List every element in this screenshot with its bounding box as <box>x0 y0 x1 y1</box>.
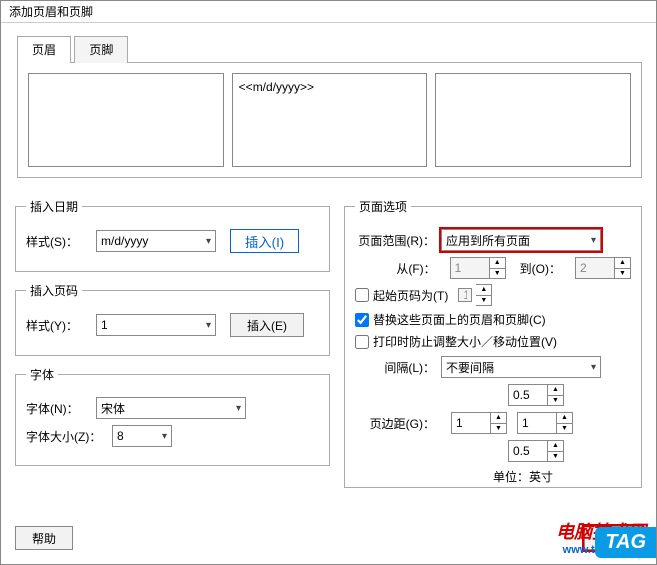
legend-page-options: 页面选项 <box>355 198 411 215</box>
checkbox-prevent-resize[interactable] <box>355 335 369 349</box>
page-style-value: 1 <box>101 318 108 332</box>
chevron-down-icon: ▾ <box>206 320 211 331</box>
spinner-start-page: ▲▼ <box>458 284 492 306</box>
tab-panel: <<m/d/yyyy>> <box>17 62 642 178</box>
dropdown-font-size[interactable]: 8 ▾ <box>112 425 172 447</box>
spin-up-icon[interactable]: ▲ <box>557 413 572 424</box>
label-font-name: 字体(N)： <box>26 400 96 417</box>
insert-page-button[interactable]: 插入(E) <box>230 313 304 337</box>
label-date-style: 样式(S)： <box>26 233 96 250</box>
group-insert-date: 插入日期 样式(S)： m/d/yyyy ▾ 插入(I) <box>15 198 330 272</box>
label-start-page: 起始页码为(T) <box>373 287 448 304</box>
to-input <box>575 257 615 279</box>
tag-badge: TAG <box>595 527 656 558</box>
preview-center[interactable]: <<m/d/yyyy>> <box>232 73 428 167</box>
legend-insert-page: 插入页码 <box>26 282 82 299</box>
legend-font: 字体 <box>26 366 58 383</box>
chevron-down-icon: ▾ <box>236 403 241 414</box>
date-style-value: m/d/yyyy <box>101 234 148 248</box>
tab-header[interactable]: 页眉 <box>17 36 71 63</box>
spinner-margin-bottom[interactable]: ▲▼ <box>508 440 564 462</box>
spin-down-icon[interactable]: ▼ <box>548 452 563 462</box>
spin-down-icon: ▼ <box>490 269 505 279</box>
spinner-margin-top[interactable]: ▲▼ <box>508 384 564 406</box>
spin-up-icon: ▲ <box>615 258 630 269</box>
margin-bottom-input[interactable] <box>508 440 548 462</box>
label-page-range: 页面范围(R)： <box>355 232 435 249</box>
font-size-value: 8 <box>117 429 124 443</box>
dropdown-date-style[interactable]: m/d/yyyy ▾ <box>96 230 216 252</box>
group-page-options: 页面选项 页面范围(R)： 应用到所有页面 ▾ 从(F)： ▲▼ <box>344 198 642 488</box>
tab-footer[interactable]: 页脚 <box>74 36 128 63</box>
preview-left[interactable] <box>28 73 224 167</box>
spinner-margin-left[interactable]: ▲▼ <box>451 412 507 434</box>
legend-insert-date: 插入日期 <box>26 198 82 215</box>
chevron-down-icon: ▾ <box>591 235 596 246</box>
checkbox-replace[interactable] <box>355 313 369 327</box>
label-gap: 间隔(L)： <box>355 359 435 376</box>
spin-up-icon: ▲ <box>490 258 505 269</box>
start-page-input <box>458 288 472 302</box>
spin-down-icon: ▼ <box>615 269 630 279</box>
spinner-margin-right[interactable]: ▲▼ <box>517 412 573 434</box>
content-area: 页眉 页脚 <<m/d/yyyy>> 插入日期 样式(S)： m/d/yyyy … <box>1 23 656 498</box>
window-title: 添加页眉和页脚 <box>9 5 93 19</box>
label-replace: 替换这些页面上的页眉和页脚(C) <box>373 311 546 328</box>
dropdown-font-name[interactable]: 宋体 ▾ <box>96 397 246 419</box>
margin-top-input[interactable] <box>508 384 548 406</box>
spin-up-icon[interactable]: ▲ <box>548 441 563 452</box>
from-input <box>450 257 490 279</box>
label-prevent-resize: 打印时防止调整大小／移动位置(V) <box>373 333 557 350</box>
label-font-size: 字体大小(Z)： <box>26 428 112 445</box>
chevron-down-icon: ▾ <box>162 431 167 442</box>
title-bar: 添加页眉和页脚 <box>1 1 656 23</box>
dialog-window: 添加页眉和页脚 页眉 页脚 <<m/d/yyyy>> 插入日期 样式(S)： m… <box>0 0 657 565</box>
spinner-to: ▲▼ <box>575 257 631 279</box>
spin-up-icon[interactable]: ▲ <box>548 385 563 396</box>
dropdown-page-style[interactable]: 1 ▾ <box>96 314 216 336</box>
footer-buttons: 帮助 确定 <box>15 526 642 550</box>
chevron-down-icon: ▾ <box>206 236 211 247</box>
dropdown-page-range[interactable]: 应用到所有页面 ▾ <box>441 229 601 251</box>
label-from: 从(F)： <box>396 260 435 277</box>
font-name-value: 宋体 <box>101 400 125 417</box>
margin-left-input[interactable] <box>451 412 491 434</box>
spin-down-icon: ▼ <box>476 296 491 306</box>
margin-right-input[interactable] <box>517 412 557 434</box>
spin-down-icon[interactable]: ▼ <box>548 396 563 406</box>
label-margin: 页边距(G)： <box>355 415 435 432</box>
spin-up-icon[interactable]: ▲ <box>491 413 506 424</box>
checkbox-start-page[interactable] <box>355 288 369 302</box>
spin-down-icon[interactable]: ▼ <box>557 424 572 434</box>
insert-date-button[interactable]: 插入(I) <box>230 229 299 253</box>
label-unit: 单位：英寸 <box>415 468 631 485</box>
group-insert-page: 插入页码 样式(Y)： 1 ▾ 插入(E) <box>15 282 330 356</box>
label-to: 到(O)： <box>520 260 561 277</box>
dropdown-gap[interactable]: 不要间隔 ▾ <box>441 356 601 378</box>
help-button[interactable]: 帮助 <box>15 526 73 550</box>
page-range-value: 应用到所有页面 <box>446 232 530 249</box>
gap-value: 不要间隔 <box>446 359 494 376</box>
preview-right[interactable] <box>435 73 631 167</box>
group-font: 字体 字体(N)： 宋体 ▾ 字体大小(Z)： 8 ▾ <box>15 366 330 466</box>
spin-down-icon[interactable]: ▼ <box>491 424 506 434</box>
label-page-style: 样式(Y)： <box>26 317 96 334</box>
chevron-down-icon: ▾ <box>591 362 596 373</box>
tabs: 页眉 页脚 <<m/d/yyyy>> <box>17 35 642 178</box>
spin-up-icon: ▲ <box>476 285 491 296</box>
spinner-from: ▲▼ <box>450 257 506 279</box>
